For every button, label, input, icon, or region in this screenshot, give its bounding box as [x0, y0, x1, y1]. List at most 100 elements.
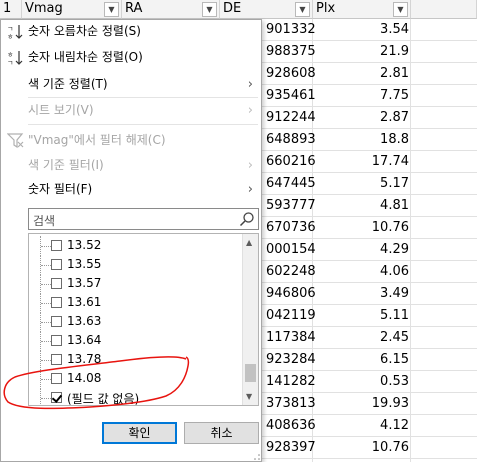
cell-de[interactable]: 000154 — [266, 242, 316, 257]
filter-checkbox[interactable] — [51, 240, 62, 251]
column-header-de[interactable]: DE ▼ — [220, 0, 313, 19]
cell-plx[interactable]: 4.81 — [312, 198, 409, 213]
filter-value-item[interactable]: 13.61 — [29, 293, 241, 313]
table-row[interactable]: 670736 10.76 — [262, 217, 477, 239]
table-row[interactable]: 660216 17.74 — [262, 151, 477, 173]
table-row[interactable]: 648893 18.8 — [262, 129, 477, 151]
scroll-up-icon[interactable]: ▲ — [246, 238, 252, 247]
filter-checkbox[interactable] — [51, 316, 62, 327]
cell-de[interactable]: 923284 — [266, 352, 316, 367]
table-row[interactable]: 141282 0.53 — [262, 371, 477, 393]
filter-value-item[interactable]: 13.55 — [29, 255, 241, 275]
filter-checkbox[interactable] — [51, 297, 62, 308]
filter-dropdown-button[interactable]: ▼ — [295, 2, 310, 17]
cell-plx[interactable]: 10.76 — [312, 220, 409, 235]
scrollbar-thumb[interactable] — [245, 364, 256, 382]
cell-de[interactable]: 117384 — [266, 330, 316, 345]
table-row[interactable]: 000154 4.29 — [262, 239, 477, 261]
column-header-ra[interactable]: RA ▼ — [122, 0, 220, 19]
filter-value-item[interactable]: 13.78 — [29, 350, 241, 370]
cell-de[interactable]: 373813 — [266, 396, 316, 411]
cell-de[interactable]: 935461 — [266, 88, 316, 103]
cell-plx[interactable]: 19.93 — [312, 396, 409, 411]
cell-plx[interactable]: 5.11 — [312, 308, 409, 323]
cell-de[interactable]: 660216 — [266, 154, 316, 169]
table-row[interactable]: 901332 3.54 — [262, 19, 477, 41]
filter-checkbox[interactable] — [51, 335, 62, 346]
cell-plx[interactable]: 5.17 — [312, 176, 409, 191]
filter-checkbox[interactable] — [51, 392, 62, 403]
cell-plx[interactable]: 4.29 — [312, 242, 409, 257]
cell-de[interactable]: 928608 — [266, 66, 316, 81]
ok-button[interactable]: 확인 — [102, 422, 177, 444]
table-row[interactable]: 912244 2.87 — [262, 107, 477, 129]
cell-plx[interactable]: 17.74 — [312, 154, 409, 169]
table-row[interactable]: 593777 4.81 — [262, 195, 477, 217]
cell-de[interactable]: 988375 — [266, 44, 316, 59]
table-row[interactable]: 935461 7.75 — [262, 85, 477, 107]
filter-value-item[interactable]: 13.64 — [29, 331, 241, 351]
cell-plx[interactable]: 2.87 — [312, 110, 409, 125]
cell-de[interactable]: 946806 — [266, 286, 316, 301]
cell-plx[interactable]: 6.15 — [312, 352, 409, 367]
filter-dropdown-button[interactable]: ▼ — [393, 2, 408, 17]
filter-checkbox[interactable] — [51, 373, 62, 384]
cell-de[interactable]: 593777 — [266, 198, 316, 213]
cell-plx[interactable]: 3.54 — [312, 22, 409, 37]
cell-plx[interactable]: 4.06 — [312, 264, 409, 279]
cell-de[interactable]: 647445 — [266, 176, 316, 191]
column-header-plx[interactable]: Plx ▼ — [313, 0, 411, 19]
table-row[interactable]: 647445 5.17 — [262, 173, 477, 195]
scroll-down-icon[interactable]: ▼ — [246, 392, 252, 401]
menu-sort-ascending[interactable]: ㄱㅎ 숫자 오름차순 정렬(S) — [1, 20, 261, 43]
table-row[interactable]: 923284 6.15 — [262, 349, 477, 371]
table-row[interactable]: 928397 10.76 — [262, 437, 477, 459]
cell-de[interactable]: 602248 — [266, 264, 316, 279]
filter-value-item[interactable]: 14.08 — [29, 369, 241, 389]
list-scrollbar[interactable]: ▲ ▼ — [242, 234, 258, 405]
cell-de[interactable]: 648893 — [266, 132, 316, 147]
cell-plx[interactable]: 18.8 — [312, 132, 409, 147]
filter-value-item[interactable]: 13.57 — [29, 274, 241, 294]
table-row[interactable]: 408636 4.12 — [262, 415, 477, 437]
table-row[interactable]: 602248 4.06 — [262, 261, 477, 283]
filter-dropdown-button[interactable]: ▼ — [104, 2, 119, 17]
cell-de[interactable]: 901332 — [266, 22, 316, 37]
filter-checkbox[interactable] — [51, 354, 62, 365]
table-row[interactable]: 988375 21.9 — [262, 41, 477, 63]
cell-de[interactable]: 042119 — [266, 308, 316, 323]
cell-de[interactable]: 928397 — [266, 440, 316, 455]
cell-de[interactable]: 408636 — [266, 418, 316, 433]
filter-checkbox[interactable] — [51, 259, 62, 270]
cell-de[interactable]: 912244 — [266, 110, 316, 125]
filter-values-list[interactable]: 13.52 13.55 13.57 13.61 13.63 13.64 13.78 14.08… — [28, 233, 259, 406]
cell-plx[interactable]: 10.76 — [312, 440, 409, 455]
menu-sort-by-color[interactable]: 색 기준 정렬(T) › — [1, 73, 261, 96]
cell-de[interactable]: 670736 — [266, 220, 316, 235]
cancel-button[interactable]: 취소 — [184, 422, 259, 444]
filter-dropdown-button[interactable]: ▼ — [202, 2, 217, 17]
filter-value-item[interactable]: 13.63 — [29, 312, 241, 332]
filter-value-item[interactable]: 13.52 — [29, 236, 241, 256]
menu-sort-descending[interactable]: ㅎㄱ 숫자 내림차순 정렬(O) — [1, 46, 261, 69]
filter-checkbox[interactable] — [51, 278, 62, 289]
cell-plx[interactable]: 3.49 — [312, 286, 409, 301]
cell-plx[interactable]: 21.9 — [312, 44, 409, 59]
column-header-empty[interactable] — [411, 0, 477, 19]
table-row[interactable]: 373813 19.93 — [262, 393, 477, 415]
cell-de[interactable]: 141282 — [266, 374, 316, 389]
filter-search-box[interactable]: 검색 — [28, 208, 259, 230]
table-row[interactable]: 928608 2.81 — [262, 63, 477, 85]
filter-value-item[interactable]: (필드 값 없음) — [29, 388, 241, 405]
cell-plx[interactable]: 2.45 — [312, 330, 409, 345]
table-row[interactable]: 117384 2.45 — [262, 327, 477, 349]
cell-plx[interactable]: 7.75 — [312, 88, 409, 103]
menu-number-filters[interactable]: 숫자 필터(F) › — [1, 178, 261, 201]
table-row[interactable]: 946806 3.49 — [262, 283, 477, 305]
resize-grip-icon[interactable] — [253, 453, 261, 461]
column-header-vmag[interactable]: Vmag ▼ — [22, 0, 122, 19]
cell-plx[interactable]: 4.12 — [312, 418, 409, 433]
cell-plx[interactable]: 0.53 — [312, 374, 409, 389]
cell-plx[interactable]: 2.81 — [312, 66, 409, 81]
column-header-1[interactable]: 1 — [0, 0, 22, 19]
